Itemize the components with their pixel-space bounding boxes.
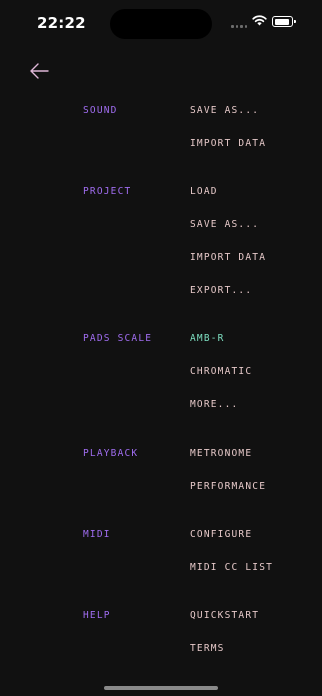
- menu-item-terms[interactable]: TERMS: [190, 643, 225, 655]
- battery-icon: [272, 16, 296, 27]
- menu-item-sound-import-data[interactable]: IMPORT DATA: [190, 138, 266, 150]
- menu-item-project-save-as[interactable]: SAVE AS...: [190, 219, 259, 231]
- section-label-sound: SOUND: [83, 105, 118, 116]
- status-time: 22:22: [37, 14, 86, 32]
- wifi-icon: [252, 15, 267, 26]
- status-bar: 22:22: [0, 0, 322, 48]
- signal-icon: [231, 25, 247, 28]
- menu-item-sound-save-as[interactable]: SAVE AS...: [190, 105, 259, 117]
- menu-item-midi-configure[interactable]: CONFIGURE: [190, 529, 252, 541]
- menu-item-project-export[interactable]: EXPORT...: [190, 285, 252, 297]
- section-label-midi: MIDI: [83, 529, 111, 540]
- menu-item-midi-cc-list[interactable]: MIDI CC LIST: [190, 562, 273, 574]
- menu-item-performance[interactable]: PERFORMANCE: [190, 481, 266, 493]
- section-label-pads-scale: PADS SCALE: [83, 333, 153, 344]
- menu-item-quickstart[interactable]: QUICKSTART: [190, 610, 259, 622]
- home-indicator[interactable]: [104, 686, 218, 690]
- menu-item-scale-amb-r[interactable]: AMB-R: [190, 333, 225, 345]
- menu-item-metronome[interactable]: METRONOME: [190, 448, 252, 460]
- section-label-project: PROJECT: [83, 186, 132, 197]
- back-arrow-icon[interactable]: [28, 61, 50, 81]
- menu-item-project-load[interactable]: LOAD: [190, 186, 218, 198]
- section-label-help: HELP: [83, 610, 111, 621]
- dynamic-island: [110, 9, 212, 39]
- section-label-playback: PLAYBACK: [83, 448, 139, 459]
- menu-item-scale-chromatic[interactable]: CHROMATIC: [190, 366, 252, 378]
- menu-item-scale-more[interactable]: MORE...: [190, 399, 238, 411]
- menu-item-project-import-data[interactable]: IMPORT DATA: [190, 252, 266, 264]
